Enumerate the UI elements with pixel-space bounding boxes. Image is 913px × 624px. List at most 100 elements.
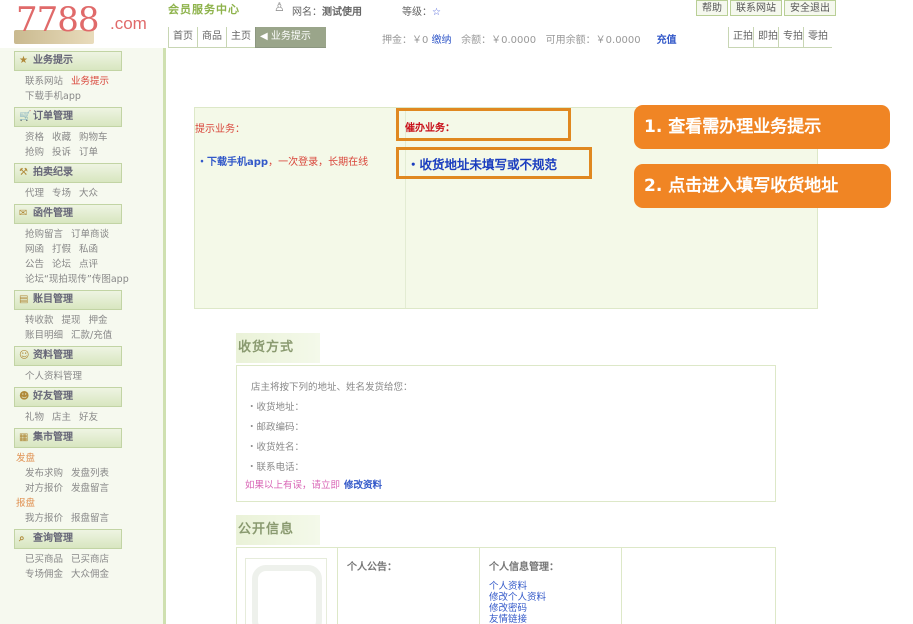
- contact-site-link[interactable]: 联系网站: [730, 0, 782, 16]
- public-info-panel: 个人公告： 个人信息管理： 个人资料 修改个人资料 修改密码 友情链接: [236, 547, 776, 624]
- tab-business-tips[interactable]: ◀ 业务提示: [255, 27, 326, 48]
- sidebar-item[interactable]: 联系网站: [25, 76, 63, 87]
- download-app-tip[interactable]: ・下载手机app，一次登录，长期在线: [197, 153, 368, 168]
- sidebar-row: 已买商品 已买商店: [25, 552, 155, 567]
- shipping-phone: ・联系电话：: [247, 462, 305, 473]
- sidebar-item[interactable]: 已买商店: [71, 554, 109, 565]
- balance-text: 余额：￥0.0000: [461, 35, 537, 46]
- sidebar-item[interactable]: 收藏: [52, 132, 71, 143]
- help-link[interactable]: 帮助: [696, 0, 728, 16]
- sidebar-item[interactable]: 报盘留言: [71, 513, 109, 524]
- sidebar-item[interactable]: 账目明细: [25, 330, 63, 341]
- sidebar-item[interactable]: 业务提示: [71, 76, 109, 87]
- sidebar-item[interactable]: 大众佣金: [71, 569, 109, 580]
- sidebar-item[interactable]: 代理: [25, 188, 44, 199]
- sidebar-row: 抢购留言 订单商谈: [25, 227, 155, 242]
- public-info-title: 公开信息: [236, 515, 320, 545]
- sidebar-section-5[interactable]: ☺ 资料管理: [14, 346, 122, 366]
- sidebar-item[interactable]: 打假: [52, 244, 71, 255]
- friend-links-link[interactable]: 友情链接: [489, 614, 546, 624]
- sidebar-section-4[interactable]: ▤ 账目管理: [14, 290, 122, 310]
- search-icon: ⌕: [19, 533, 25, 544]
- sidebar-item[interactable]: 订单: [79, 147, 98, 158]
- sidebar-item[interactable]: 论坛: [52, 259, 71, 270]
- sidebar-section-8[interactable]: ⌕ 查询管理: [14, 529, 122, 549]
- sidebar-item[interactable]: 个人资料管理: [25, 371, 82, 382]
- sidebar-item[interactable]: 大众: [79, 188, 98, 199]
- avatar[interactable]: [245, 558, 327, 624]
- user-info: 网名：测试使用: [292, 7, 362, 18]
- sidebar-section-6[interactable]: ☻ 好友管理: [14, 387, 122, 407]
- available-balance-text: 可用余额：￥0.0000: [545, 35, 641, 46]
- address-warning-link[interactable]: ・收货地址未填写或不规范: [396, 147, 592, 179]
- sidebar-item[interactable]: 礼物: [25, 412, 44, 423]
- sidebar-row: 专场佣金 大众佣金: [25, 567, 155, 582]
- sidebar-item[interactable]: 专场: [52, 188, 71, 199]
- sidebar-item[interactable]: 私函: [79, 244, 98, 255]
- change-password-link[interactable]: 修改密码: [489, 603, 546, 614]
- sidebar-item[interactable]: 提现: [62, 315, 81, 326]
- sidebar-item[interactable]: 网函: [25, 244, 44, 255]
- sidebar-item[interactable]: 订单商谈: [71, 229, 109, 240]
- sidebar-section-title: 账目管理: [33, 294, 73, 305]
- sidebar-item[interactable]: 购物车: [79, 132, 108, 143]
- sidebar-section-items: 礼物 店主 好友: [25, 410, 155, 425]
- announcement-label: 个人公告：: [347, 562, 397, 573]
- sidebar-item[interactable]: 汇款/充值: [71, 330, 112, 341]
- sidebar-section-items: 抢购留言 订单商谈网函 打假 私函公告 论坛 点评论坛“现拍现传”传图app: [25, 227, 155, 287]
- sidebar-section-7[interactable]: ▦ 集市管理: [14, 428, 122, 448]
- sidebar-row: 发布求购 发盘列表: [25, 466, 155, 481]
- sidebar-item[interactable]: 发布求购: [25, 468, 63, 479]
- sidebar-item[interactable]: 资格: [25, 132, 44, 143]
- sidebar-item[interactable]: 发盘列表: [71, 468, 109, 479]
- sidebar-item[interactable]: 店主: [52, 412, 71, 423]
- sidebar-section-items: 转收款 提现 押金账目明细 汇款/充值: [25, 313, 155, 343]
- sidebar-item[interactable]: 点评: [79, 259, 98, 270]
- sidebar-section-1[interactable]: 🛒 订单管理: [14, 107, 122, 127]
- tab-zero-auction[interactable]: 零拍: [803, 27, 832, 48]
- sidebar-section-0[interactable]: ★ 业务提示: [14, 51, 122, 71]
- tab-goods[interactable]: 商品: [197, 27, 226, 48]
- sidebar-section-2[interactable]: ⚒ 拍卖纪录: [14, 163, 122, 183]
- tab-home[interactable]: 首页: [168, 27, 197, 48]
- sidebar-item[interactable]: 论坛“现拍现传”传图app: [25, 274, 129, 285]
- sidebar-item[interactable]: 公告: [25, 259, 44, 270]
- sidebar-section-title: 资料管理: [33, 350, 73, 361]
- sidebar-item[interactable]: 对方报价: [25, 483, 63, 494]
- shipping-zip: ・邮政编码：: [247, 422, 305, 433]
- sidebar-item[interactable]: 发盘留言: [71, 483, 109, 494]
- sidebar-section-title: 集市管理: [33, 432, 73, 443]
- logout-link[interactable]: 安全退出: [784, 0, 836, 16]
- sidebar-subheading: 发盘: [16, 453, 36, 464]
- sidebar-item[interactable]: 押金: [89, 315, 108, 326]
- sidebar-section-title: 查询管理: [33, 533, 73, 544]
- deposit-pay-link[interactable]: 缴纳: [432, 35, 452, 46]
- sidebar-item[interactable]: 好友: [79, 412, 98, 423]
- recharge-link[interactable]: 充值: [657, 35, 677, 46]
- sidebar-section-title: 拍卖纪录: [33, 167, 73, 178]
- user-name: 测试使用: [322, 7, 362, 18]
- callout-step1: 1. 查看需办理业务提示: [634, 105, 890, 149]
- sidebar-item[interactable]: 下载手机app: [25, 91, 81, 102]
- edit-profile-link[interactable]: 修改个人资料: [489, 592, 546, 603]
- nav-bar: 首页 商品 主页 ◀ 业务提示 押金：￥0 缴纳 余额：￥0.0000 可用余额…: [166, 27, 913, 49]
- shipping-panel: 店主将按下列的地址、姓名发货给您： ・收货地址： ・邮政编码： ・收货姓名： ・…: [236, 365, 776, 502]
- profile-link[interactable]: 个人资料: [489, 581, 546, 592]
- edit-profile-link[interactable]: 修改资料: [344, 480, 382, 491]
- sidebar-item[interactable]: 转收款: [25, 315, 54, 326]
- sidebar-item[interactable]: 抢购: [25, 147, 44, 158]
- site-logo[interactable]: 7788 .com: [0, 0, 166, 48]
- sidebar-item[interactable]: 专场佣金: [25, 569, 63, 580]
- sidebar-item[interactable]: 已买商品: [25, 554, 63, 565]
- sidebar-item[interactable]: 我方报价: [25, 513, 63, 524]
- sidebar-row: 我方报价 报盘留言: [25, 511, 155, 526]
- deposit-text: 押金：￥0: [382, 35, 429, 46]
- sidebar-row: 资格 收藏 购物车: [25, 130, 155, 145]
- sidebar-item[interactable]: 投诉: [52, 147, 71, 158]
- urgent-business-label: 催办业务：: [396, 108, 571, 141]
- tab-mainpage[interactable]: 主页: [226, 27, 255, 48]
- account-info: 押金：￥0 缴纳 余额：￥0.0000 可用余额：￥0.0000 充值: [382, 31, 677, 46]
- market-icon: ▦: [19, 432, 29, 443]
- sidebar-section-3[interactable]: ✉ 函件管理: [14, 204, 122, 224]
- sidebar-item[interactable]: 抢购留言: [25, 229, 63, 240]
